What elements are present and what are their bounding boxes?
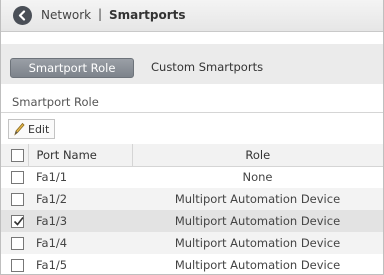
checkmark-icon	[13, 217, 24, 226]
row-checkbox[interactable]	[11, 171, 24, 185]
role-cell: Multiport Automation Device	[174, 192, 341, 206]
pencil-icon	[14, 122, 25, 136]
port-name-cell: Fa1/4	[36, 236, 68, 250]
select-all-checkbox[interactable]	[11, 148, 24, 162]
table-header-row: Port Name Role	[1, 144, 383, 167]
page-title: Smartports	[109, 8, 186, 22]
tab-bar: Smartport Role Custom Smartports	[1, 44, 383, 84]
section-title: Smartport Role	[12, 95, 99, 109]
breadcrumb-network[interactable]: Network	[41, 8, 91, 22]
edit-button[interactable]: Edit	[8, 119, 55, 139]
row-checkbox[interactable]	[11, 215, 24, 228]
table-row[interactable]: Fa1/1 None	[1, 166, 383, 188]
role-cell: Multiport Automation Device	[174, 258, 341, 272]
smartport-role-table: Port Name Role Fa1/1 None Fa1/2 Multipor…	[1, 144, 383, 275]
table-row[interactable]: Fa1/4 Multiport Automation Device	[1, 232, 383, 254]
tab-custom-smartports[interactable]: Custom Smartports	[151, 60, 263, 74]
row-checkbox[interactable]	[11, 193, 24, 206]
row-checkbox[interactable]	[11, 259, 24, 272]
column-header-port-name[interactable]: Port Name	[27, 144, 132, 167]
table-row[interactable]: Fa1/5 Multiport Automation Device	[1, 254, 383, 275]
edit-button-label: Edit	[28, 122, 50, 136]
role-cell: None	[242, 170, 273, 185]
column-header-role[interactable]: Role	[131, 144, 383, 167]
table-row[interactable]: Fa1/2 Multiport Automation Device	[1, 188, 383, 210]
port-name-cell: Fa1/5	[36, 258, 68, 272]
chevron-left-icon	[18, 10, 26, 21]
select-all-cell	[1, 144, 28, 167]
header-bar: Network | Smartports	[1, 0, 383, 32]
breadcrumb-separator: |	[98, 7, 103, 21]
role-cell: Multiport Automation Device	[174, 236, 341, 250]
port-name-cell: Fa1/1	[36, 170, 68, 185]
row-checkbox[interactable]	[11, 237, 24, 250]
table-row[interactable]: Fa1/3 Multiport Automation Device	[1, 210, 383, 232]
toolbar: Edit	[1, 112, 383, 142]
back-button[interactable]	[13, 6, 32, 25]
tab-smartport-role[interactable]: Smartport Role	[10, 58, 134, 78]
role-cell: Multiport Automation Device	[174, 214, 341, 228]
port-name-cell: Fa1/2	[36, 192, 68, 206]
port-name-cell: Fa1/3	[36, 214, 68, 228]
